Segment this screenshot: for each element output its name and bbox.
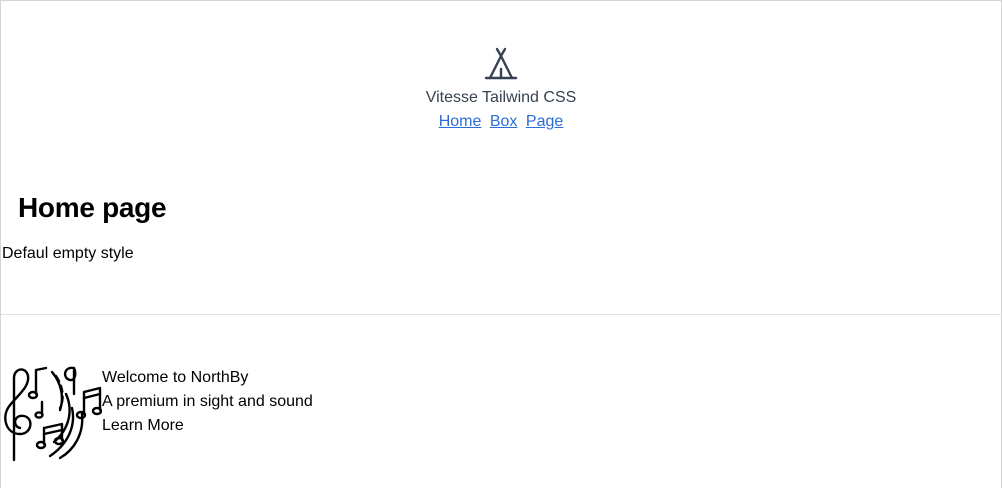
footer-tagline: A premium in sight and sound	[102, 393, 313, 410]
music-notes-icon	[4, 366, 102, 462]
learn-more-link[interactable]: Learn More	[102, 414, 313, 438]
footer-welcome: Welcome to NorthBy	[102, 369, 249, 386]
footer-text: Welcome to NorthBy A premium in sight an…	[102, 366, 313, 438]
page-description: Defaul empty style	[2, 245, 134, 262]
tent-icon	[484, 47, 518, 80]
main-nav: Home Box Page	[0, 113, 1002, 131]
nav-link-page[interactable]: Page	[526, 113, 563, 130]
footer-divider	[1, 314, 1001, 315]
nav-link-home[interactable]: Home	[439, 113, 482, 130]
app-title: Vitesse Tailwind CSS	[425, 89, 577, 106]
site-header: Vitesse Tailwind CSS Home Box Page	[0, 44, 1002, 131]
nav-link-box[interactable]: Box	[490, 113, 518, 130]
page-title: Home page	[18, 192, 167, 223]
